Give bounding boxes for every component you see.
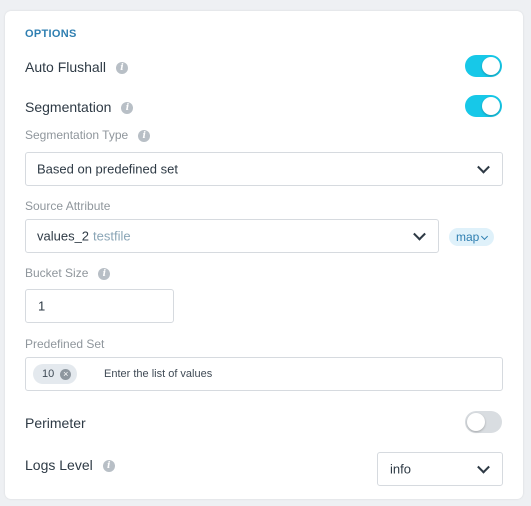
value-tag: 10 × [33, 364, 78, 384]
close-icon[interactable]: × [60, 368, 72, 380]
segmentation-toggle[interactable] [465, 95, 502, 117]
auto-flushall-row: Auto Flushall i [25, 59, 128, 75]
source-attribute-value: values_2 [37, 228, 90, 244]
toggle-knob [482, 57, 500, 75]
info-icon[interactable]: i [138, 129, 151, 142]
auto-flushall-toggle[interactable] [465, 55, 502, 77]
segmentation-type-label-row: Segmentation Type i [25, 128, 151, 142]
perimeter-label: Perimeter [25, 415, 86, 431]
bucket-size-value: 1 [38, 298, 46, 314]
info-icon[interactable]: i [102, 460, 115, 473]
perimeter-toggle[interactable] [465, 411, 502, 433]
chevron-down-icon [477, 460, 490, 474]
auto-flushall-label: Auto Flushall [25, 59, 106, 75]
info-icon[interactable]: i [121, 102, 134, 115]
bucket-size-input[interactable]: 1 [25, 289, 174, 323]
source-attribute-select[interactable]: values_2 testfile [25, 219, 439, 253]
bucket-size-label: Bucket Size [25, 266, 89, 280]
logs-level-value: info [390, 461, 411, 477]
chevron-down-icon [413, 227, 426, 241]
source-attribute-label: Source Attribute [25, 199, 111, 213]
section-title: OPTIONS [25, 28, 77, 40]
source-attribute-source: testfile [93, 228, 131, 244]
toggle-knob [467, 413, 485, 431]
tag-label: 10 [42, 368, 55, 380]
segmentation-row: Segmentation i [25, 99, 134, 115]
map-button-label: map [456, 230, 480, 244]
bucket-size-label-row: Bucket Size i [25, 266, 111, 280]
source-attribute-value-wrap: values_2 testfile [37, 229, 131, 244]
info-icon[interactable]: i [98, 267, 111, 280]
segmentation-type-value: Based on predefined set [37, 161, 178, 177]
logs-level-label: Logs Level [25, 457, 93, 473]
predefined-set-label: Predefined Set [25, 337, 105, 351]
map-button[interactable]: map [449, 228, 495, 246]
chevron-down-icon [477, 160, 490, 174]
predefined-set-placeholder: Enter the list of values [104, 368, 213, 380]
segmentation-label: Segmentation [25, 99, 112, 115]
segmentation-type-label: Segmentation Type [25, 128, 129, 142]
options-panel: OPTIONS Auto Flushall i Segmentation i Seg… [5, 11, 523, 499]
logs-level-select[interactable]: info [377, 452, 503, 486]
toggle-knob [482, 97, 500, 115]
segmentation-type-select[interactable]: Based on predefined set [25, 152, 503, 186]
logs-level-row: Logs Level i [25, 457, 115, 473]
chevron-down-icon [481, 232, 489, 241]
predefined-set-input[interactable]: 10 × Enter the list of values [25, 357, 503, 391]
info-icon[interactable]: i [115, 62, 128, 75]
